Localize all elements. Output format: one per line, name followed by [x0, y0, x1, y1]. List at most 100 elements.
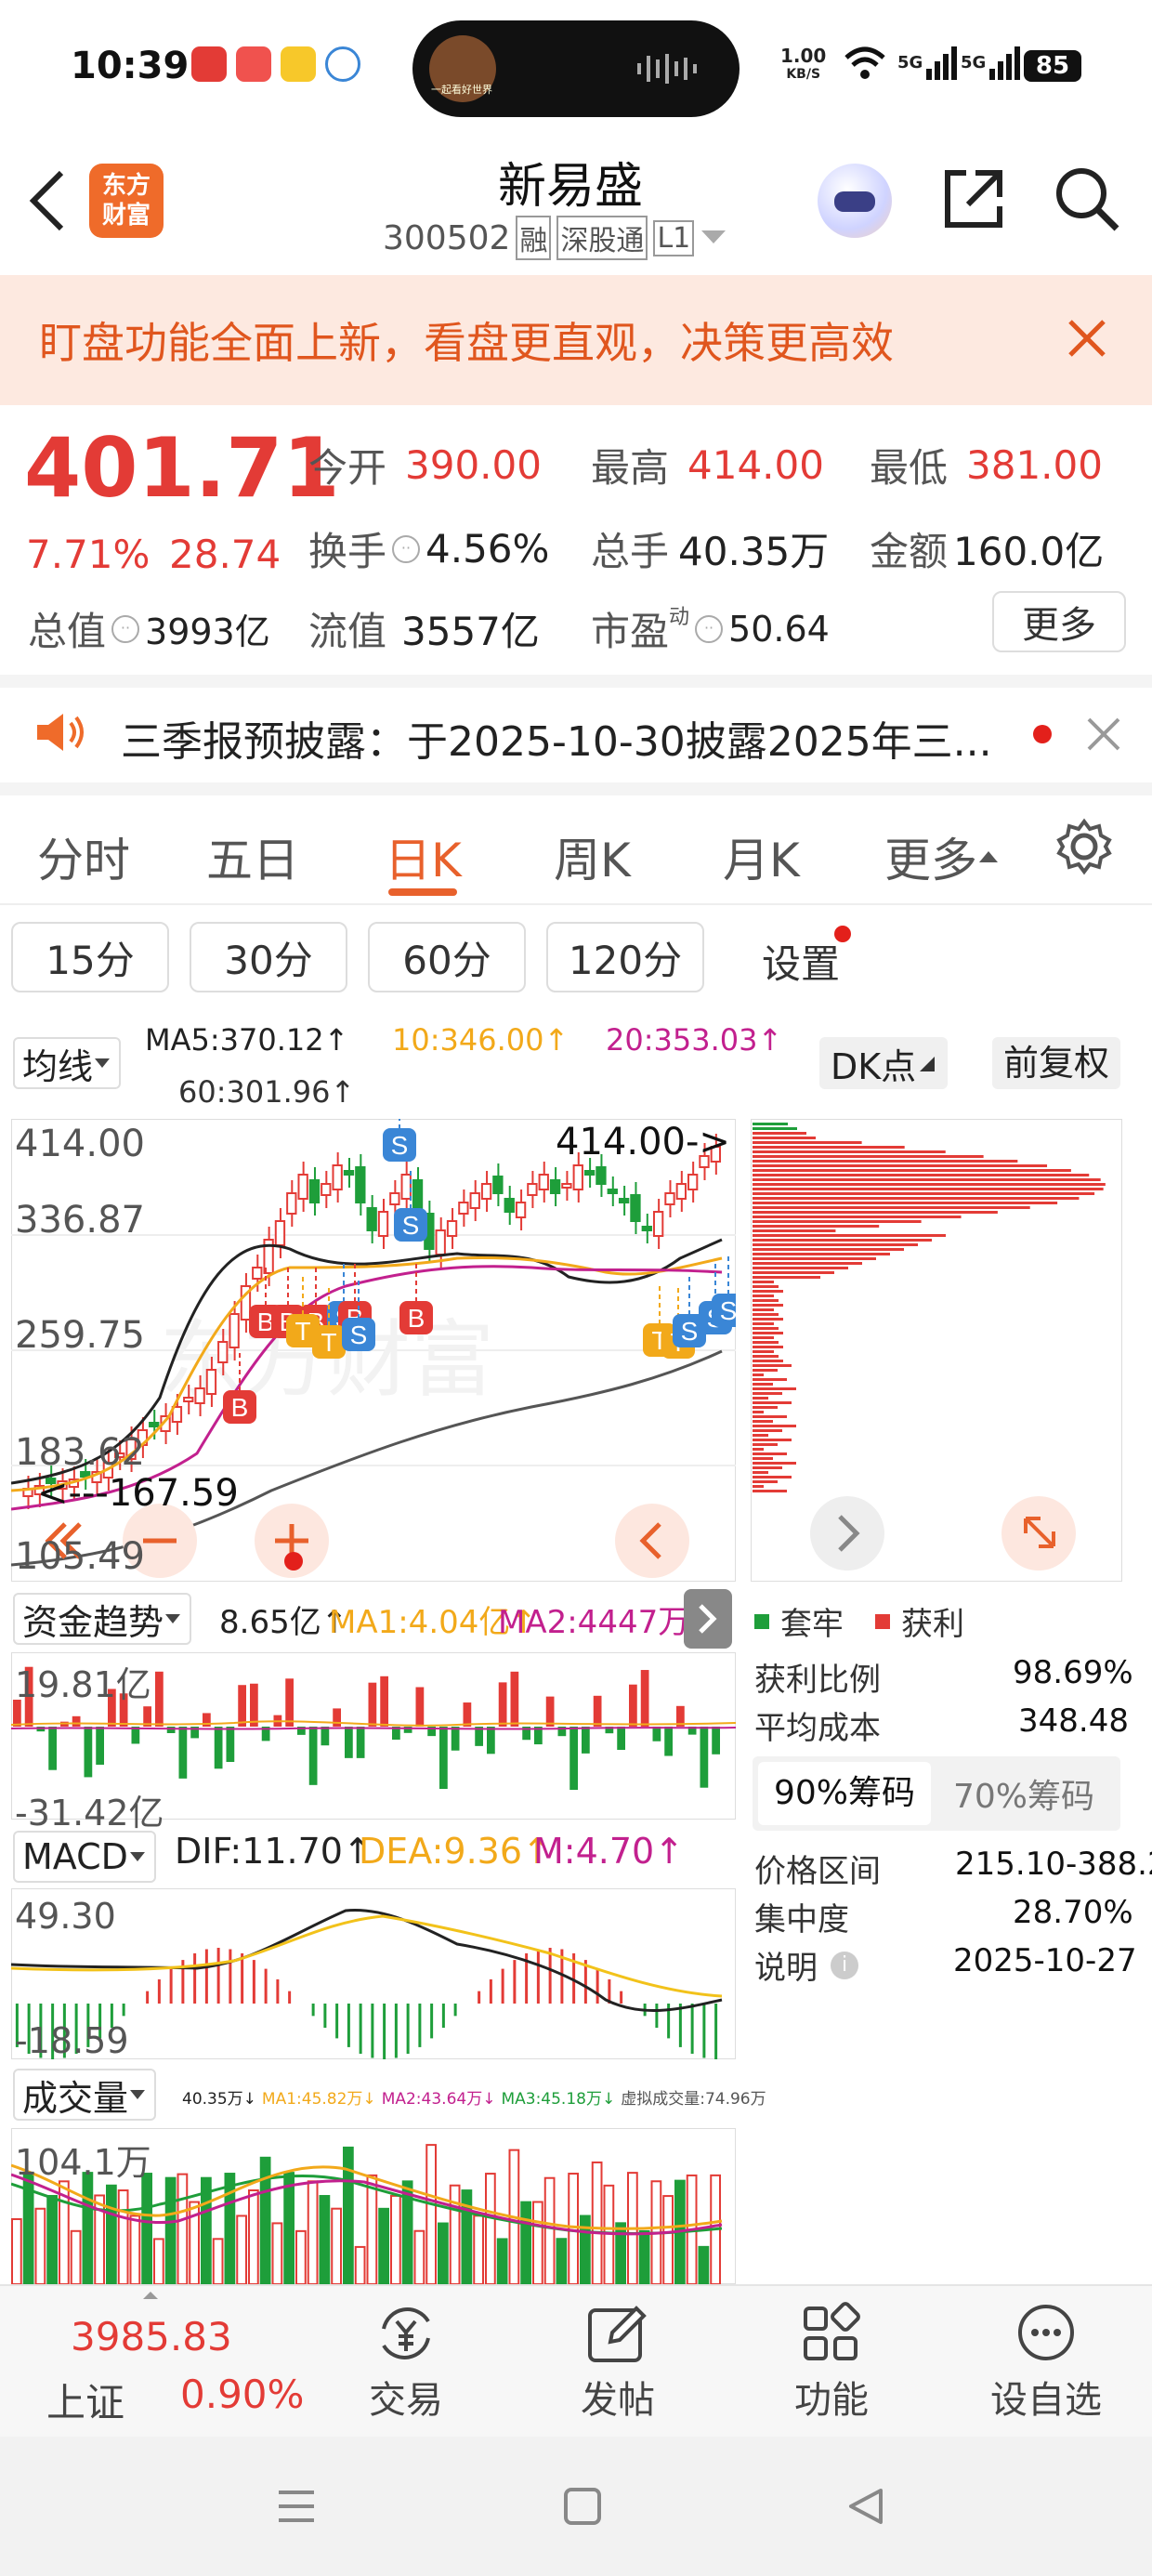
capital-bar	[96, 1727, 104, 1765]
indicator-selector[interactable]: 均线	[13, 1037, 122, 1089]
close-icon[interactable]	[1067, 318, 1107, 359]
volume-bar	[473, 2215, 484, 2284]
chip-next-button[interactable]	[810, 1496, 884, 1571]
banner-text: 盯盘功能全面上新，看盘更直观，决策更高效	[39, 318, 894, 368]
volume-bar	[141, 2173, 152, 2284]
capital-bar	[463, 1702, 472, 1727]
gear-icon[interactable]	[1055, 818, 1113, 875]
capital-bar	[498, 1682, 507, 1727]
macd-selector[interactable]: MACD	[13, 1831, 156, 1883]
period-settings-button[interactable]: 设置	[762, 933, 840, 990]
capital-bar	[451, 1727, 460, 1751]
tab-five-day[interactable]: 五日	[206, 823, 299, 890]
back-icon[interactable]	[844, 2485, 886, 2528]
y-label-top: 414.00	[15, 1123, 145, 1165]
tag-level: L1	[653, 219, 695, 256]
chip-bar	[753, 1262, 862, 1265]
period-120min-button[interactable]: 120分	[546, 922, 704, 992]
dk-point-button[interactable]: DK点	[819, 1037, 949, 1089]
functions-button[interactable]: 功能	[790, 2301, 873, 2424]
chip-bar	[753, 1281, 774, 1283]
stat-amount: 金额 160.0亿	[870, 529, 1105, 574]
tab-chip-70[interactable]: 70%筹码	[931, 1769, 1117, 1818]
candle	[527, 1183, 538, 1196]
home-icon[interactable]	[561, 2485, 604, 2528]
volume-selector[interactable]: 成交量	[13, 2069, 157, 2121]
candle	[274, 1220, 286, 1246]
trade-button[interactable]: 交易	[364, 2301, 448, 2424]
chip-bar	[753, 1276, 820, 1279]
index-name[interactable]: 上证	[46, 2372, 124, 2428]
candle	[675, 1183, 687, 1200]
candle	[492, 1176, 504, 1194]
macd-dif: DIF:11.70↑	[175, 1831, 373, 1872]
capital-bar	[285, 1678, 294, 1727]
dropdown-icon	[95, 1058, 111, 1068]
capital-bar	[250, 1683, 258, 1727]
candle	[469, 1192, 480, 1209]
tab-monthly-k[interactable]: 月K	[723, 823, 800, 890]
chip-date: 2025-10-27	[953, 1942, 1137, 1979]
period-60min-button[interactable]: 60分	[368, 922, 526, 992]
post-button[interactable]: 发帖	[576, 2301, 660, 2424]
svg-text:B: B	[408, 1304, 425, 1333]
chip-bar	[753, 1243, 918, 1246]
capital-bar	[155, 1671, 164, 1727]
volume-bar	[390, 2194, 401, 2284]
music-cover-icon: 一起看好世界	[429, 35, 496, 102]
tab-more[interactable]: 更多	[884, 823, 1000, 890]
close-icon[interactable]	[1085, 716, 1122, 753]
battery-icon: 85	[1024, 50, 1081, 82]
index-value[interactable]: 3985.83	[71, 2314, 232, 2359]
tab-chip-90[interactable]: 90%筹码	[758, 1762, 931, 1825]
chip-distribution-chart[interactable]	[751, 1119, 1122, 1582]
expand-panel-button[interactable]	[684, 1589, 732, 1649]
candle	[664, 1192, 675, 1205]
candle	[389, 1192, 400, 1205]
notice-text[interactable]: 三季报预披露：于2025-10-30披露2025年三...	[121, 708, 992, 768]
period-15min-button[interactable]: 15分	[11, 922, 169, 992]
new-dot	[834, 926, 851, 942]
candle	[652, 1211, 664, 1237]
period-30min-button[interactable]: 30分	[190, 922, 347, 992]
chip-bar	[753, 1406, 778, 1409]
svg-text:T: T	[295, 1317, 310, 1346]
feature-banner[interactable]: 盯盘功能全面上新，看盘更直观，决策更高效	[0, 275, 1152, 405]
capital-bar	[333, 1708, 341, 1727]
clock: 10:39	[71, 45, 190, 87]
volume-bar	[46, 2194, 58, 2284]
capital-selector[interactable]: 资金趋势	[13, 1593, 192, 1645]
stock-code-line[interactable]: 300502 融 深股通 L1	[383, 216, 727, 260]
more-stats-button[interactable]: 更多	[992, 591, 1126, 652]
chip-bar	[753, 1387, 796, 1390]
chip-bar	[753, 1206, 1030, 1209]
volume-bar	[520, 2201, 531, 2284]
profit-ratio-label: 获利比例	[754, 1662, 881, 1699]
index-percent[interactable]: 0.90%	[180, 2372, 304, 2417]
scroll-left-button[interactable]	[615, 1504, 689, 1578]
candle	[297, 1174, 308, 1200]
svg-text:S: S	[681, 1317, 699, 1346]
chip-bar	[753, 1127, 797, 1130]
chip-bar	[753, 1253, 890, 1255]
add-watchlist-button[interactable]: 设自选	[981, 2301, 1111, 2424]
chip-legend: 套牢 获利	[754, 1598, 964, 1644]
search-icon[interactable]	[1052, 164, 1122, 234]
volume-bar	[129, 2215, 141, 2284]
dynamic-island[interactable]: 一起看好世界	[412, 20, 740, 117]
chip-bar	[753, 1378, 787, 1381]
price-range-label: 价格区间	[754, 1853, 881, 1890]
adjust-mode-button[interactable]: 前复权	[992, 1037, 1121, 1089]
capital-bar	[166, 1727, 176, 1733]
menu-icon[interactable]	[275, 2485, 318, 2528]
capital-bar	[321, 1727, 330, 1746]
tab-weekly-k[interactable]: 周K	[554, 823, 631, 890]
ai-assistant-icon[interactable]	[818, 164, 892, 238]
tab-intraday[interactable]: 分时	[37, 823, 130, 890]
volume-bar	[366, 2174, 378, 2284]
svg-text:S: S	[350, 1321, 368, 1349]
active-tab-indicator	[388, 888, 457, 896]
share-icon[interactable]	[938, 164, 1009, 234]
back-arrow-icon[interactable]	[26, 167, 67, 234]
tab-daily-k[interactable]: 日K	[385, 823, 462, 890]
